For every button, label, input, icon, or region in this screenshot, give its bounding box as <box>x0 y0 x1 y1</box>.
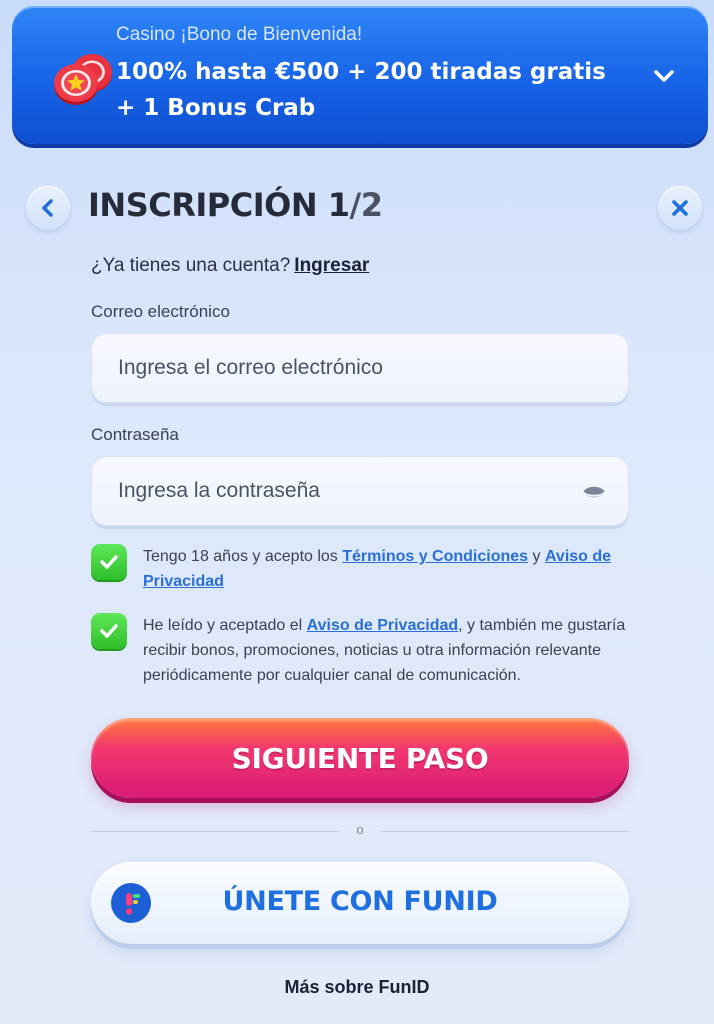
banner-offer-line-1: 100% hasta €500 + 200 tiradas gratis <box>116 59 606 85</box>
close-icon <box>672 200 688 216</box>
banner-text: Casino ¡Bono de Bienvenida! 100% hasta €… <box>116 24 636 126</box>
terms-checkbox[interactable] <box>91 544 127 580</box>
email-label: Correo electrónico <box>91 302 230 321</box>
funid-button[interactable]: ÚNETE CON FUNID <box>91 862 629 944</box>
chevron-left-icon <box>42 199 53 217</box>
checkmark-icon <box>100 555 118 569</box>
privacy-link-2[interactable]: Aviso de Privacidad <box>307 617 458 634</box>
divider-line-right <box>381 831 629 832</box>
divider-label: o <box>356 822 364 837</box>
terms-link[interactable]: Términos y Condiciones <box>342 548 528 565</box>
funid-label: ÚNETE CON FUNID <box>222 886 498 917</box>
or-divider: o <box>91 822 629 842</box>
login-link[interactable]: Ingresar <box>294 255 369 276</box>
consent-marketing-row: He leído y aceptado el Aviso de Privacid… <box>91 613 631 688</box>
banner-kicker: Casino ¡Bono de Bienvenida! <box>116 24 363 45</box>
back-button[interactable] <box>26 186 70 230</box>
page-title-total: /2 <box>349 186 383 224</box>
marketing-checkbox[interactable] <box>91 613 127 649</box>
terms-text-middle: y <box>528 548 545 565</box>
chevron-down-icon[interactable] <box>650 62 678 90</box>
close-button[interactable] <box>658 186 702 230</box>
eye-icon[interactable] <box>582 483 606 501</box>
marketing-text: He leído y aceptado el Aviso de Privacid… <box>143 613 631 688</box>
login-prompt: ¿Ya tienes una cuenta? Ingresar <box>91 255 369 277</box>
casino-chips-icon <box>54 54 112 105</box>
terms-text: Tengo 18 años y acepto los Términos y Co… <box>143 544 631 594</box>
password-label: Contraseña <box>91 425 179 444</box>
email-field[interactable]: Ingresa el correo electrónico <box>91 333 629 403</box>
more-about-funid-link[interactable]: Más sobre FunID <box>0 977 714 998</box>
next-step-label: SIGUIENTE PASO <box>231 741 489 775</box>
login-prompt-text: ¿Ya tienes una cuenta? <box>91 255 291 276</box>
terms-text-start: Tengo 18 años y acepto los <box>143 548 343 565</box>
welcome-bonus-banner[interactable]: Casino ¡Bono de Bienvenida! 100% hasta €… <box>12 6 708 144</box>
page-title: INSCRIPCIÓN 1/2 <box>88 186 383 224</box>
email-placeholder: Ingresa el correo electrónico <box>118 356 383 379</box>
consent-terms-row: Tengo 18 años y acepto los Términos y Co… <box>91 544 631 594</box>
checkmark-icon <box>100 624 118 638</box>
page-title-step: INSCRIPCIÓN 1 <box>88 186 350 224</box>
next-step-button[interactable]: SIGUIENTE PASO <box>91 718 629 798</box>
password-field[interactable]: Ingresa la contraseña <box>91 456 629 526</box>
marketing-text-start: He leído y aceptado el <box>143 617 307 634</box>
password-placeholder: Ingresa la contraseña <box>118 479 320 502</box>
banner-offer-line-2: + 1 Bonus Crab <box>116 95 316 121</box>
